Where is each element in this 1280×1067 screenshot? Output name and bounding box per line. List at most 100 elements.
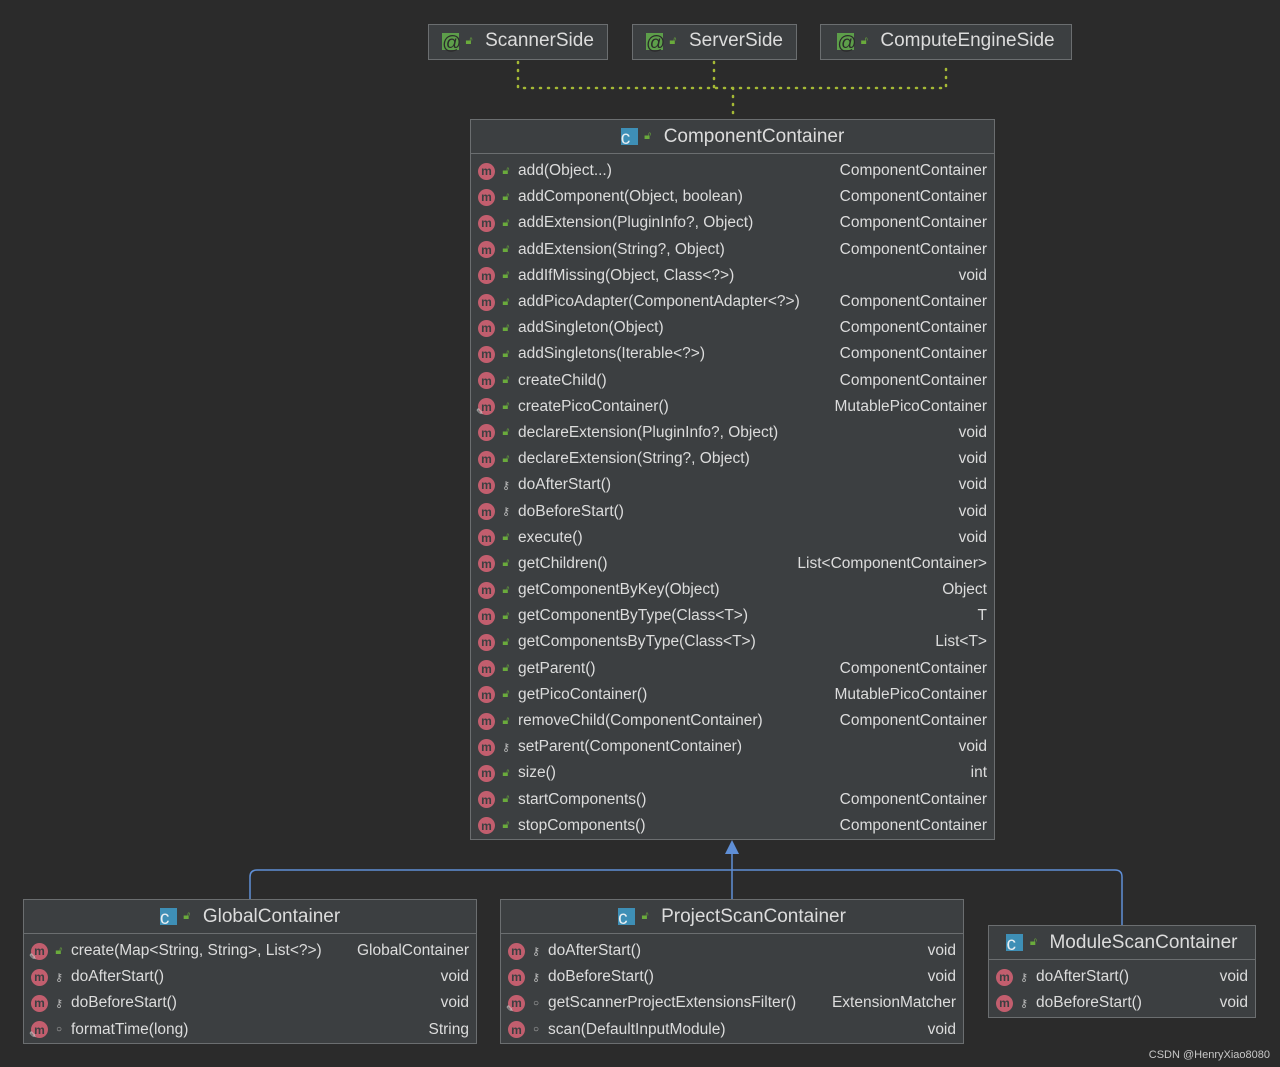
class-module-scan-container[interactable]: c 🔓︎ ModuleScanContainer m ⚷ doAfterStart() vo…: [988, 925, 1256, 1018]
return-type: ComponentContainer: [839, 188, 987, 206]
method-row[interactable]: m 🔓︎ addIfMissing(Object, Class<?>) void: [471, 263, 994, 289]
method-icon: m: [478, 293, 495, 311]
return-type: ComponentContainer: [839, 712, 987, 730]
method-name: getComponentByType(Class<T>): [518, 607, 749, 625]
method-row[interactable]: m ⚷ doBeforeStart() void: [989, 990, 1255, 1016]
return-type: void: [958, 423, 987, 441]
method-icon: m: [478, 791, 495, 809]
public-icon: 🔓︎: [502, 374, 510, 387]
method-icon: m: [478, 529, 495, 547]
method-row[interactable]: m 🔓︎ addSingletons(Iterable<?>) ComponentCo…: [471, 341, 994, 367]
method-row[interactable]: m 🔓︎ createChild() ComponentContainer: [471, 368, 994, 394]
method-row[interactable]: m ⚷ doBeforeStart() void: [501, 964, 963, 990]
package-private-icon: ○: [532, 997, 540, 1009]
class-project-scan-container[interactable]: c 🔓︎ ProjectScanContainer m ⚷ doAfterStart() v…: [500, 899, 964, 1044]
public-icon: 🔓︎: [502, 426, 510, 439]
method-name: scan(DefaultInputModule): [548, 1020, 726, 1038]
method-name: doAfterStart(): [518, 476, 612, 494]
method-row[interactable]: m ○ scan(DefaultInputModule) void: [501, 1017, 963, 1043]
return-type: List<T>: [935, 633, 987, 651]
method-row[interactable]: m 🔓︎ getParent() ComponentContainer: [471, 656, 994, 682]
method-row[interactable]: m ✎ ○ formatTime(long) String: [24, 1017, 476, 1043]
protected-key-icon: ⚷: [54, 997, 64, 1010]
method-icon: m ✎: [506, 994, 525, 1014]
method-name: getPicoContainer(): [518, 685, 648, 703]
method-row[interactable]: m ✎ ○ getScannerProjectExtensionsFilter() Ex…: [501, 990, 963, 1016]
class-name: GlobalContainer: [202, 905, 341, 927]
method-icon: m: [478, 450, 495, 468]
method-row[interactable]: m ⚷ doAfterStart() void: [471, 472, 994, 498]
method-name: declareExtension(String?, Object): [518, 450, 750, 468]
method-name: createPicoContainer(): [518, 397, 669, 415]
method-row[interactable]: m ⚷ doAfterStart() void: [24, 964, 476, 990]
method-name: addExtension(PluginInfo?, Object): [518, 214, 754, 232]
return-type: void: [958, 738, 987, 756]
class-icon: c: [159, 908, 177, 929]
method-row[interactable]: m 🔓︎ addPicoAdapter(ComponentAdapter<?>) Co…: [471, 289, 994, 315]
method-row[interactable]: m 🔓︎ addExtension(PluginInfo?, Object) Comp…: [471, 210, 994, 236]
method-row[interactable]: m 🔓︎ startComponents() ComponentContainer: [471, 787, 994, 813]
method-row[interactable]: m 🔓︎ getComponentByType(Class<T>) T: [471, 603, 994, 629]
method-row[interactable]: m 🔓︎ getComponentByKey(Object) Object: [471, 577, 994, 603]
method-name: addComponent(Object, boolean): [518, 188, 743, 206]
protected-key-icon: ⚷: [1019, 971, 1029, 984]
method-row[interactable]: m ⚷ doBeforeStart() void: [471, 498, 994, 524]
annotation-scanner-side[interactable]: @ 🔓︎ ScannerSide: [428, 24, 608, 60]
method-row[interactable]: m 🔓︎ addComponent(Object, boolean) Componen…: [471, 184, 994, 210]
method-name: setParent(ComponentContainer): [518, 738, 743, 756]
method-icon: m: [478, 372, 495, 390]
method-icon: m: [478, 476, 495, 494]
package-private-icon: ○: [55, 1024, 63, 1036]
method-row[interactable]: m 🔓︎ declareExtension(String?, Object) void: [471, 446, 994, 472]
method-name: create(Map<String, String>, List<?>): [71, 942, 322, 960]
method-icon: m: [508, 942, 525, 960]
method-row[interactable]: m 🔓︎ getPicoContainer() MutablePicoContaine…: [471, 682, 994, 708]
method-name: addSingleton(Object): [518, 319, 664, 337]
public-icon: 🔓︎: [502, 635, 510, 648]
method-icon: m: [508, 968, 525, 986]
public-icon: 🔓︎: [502, 347, 510, 360]
protected-key-icon: ⚷: [1019, 997, 1029, 1010]
method-row[interactable]: m ✎ 🔓︎ create(Map<String, String>, List<?>)…: [24, 938, 476, 964]
method-row[interactable]: m 🔓︎ addSingleton(Object) ComponentContaine…: [471, 315, 994, 341]
method-row[interactable]: m 🔓︎ getComponentsByType(Class<T>) List<T>: [471, 629, 994, 655]
return-type: void: [440, 968, 469, 986]
annotation-server-side[interactable]: @ 🔓︎ ServerSide: [632, 24, 797, 60]
method-name: declareExtension(PluginInfo?, Object): [518, 423, 779, 441]
class-header: c 🔓︎ ProjectScanContainer: [501, 900, 963, 934]
method-row[interactable]: m ✎ 🔓︎ createPicoContainer() MutablePicoCont…: [471, 394, 994, 420]
return-type: int: [970, 764, 987, 782]
public-icon: 🔓︎: [502, 688, 510, 701]
method-row[interactable]: m 🔓︎ getChildren() List<ComponentContainer>: [471, 551, 994, 577]
return-type: ComponentContainer: [839, 816, 987, 834]
method-icon: m: [478, 686, 495, 704]
method-name: addPicoAdapter(ComponentAdapter<?>): [518, 293, 800, 311]
annotation-name: ServerSide: [689, 30, 783, 51]
method-row[interactable]: m 🔓︎ stopComponents() ComponentContainer: [471, 813, 994, 839]
protected-key-icon: ⚷: [54, 971, 64, 984]
method-row[interactable]: m 🔓︎ declareExtension(PluginInfo?, Object)…: [471, 420, 994, 446]
class-component-container[interactable]: c 🔓︎ ComponentContainer m 🔓︎ add(Object...) Co…: [470, 119, 995, 840]
method-icon: m: [478, 581, 495, 599]
method-name: doAfterStart(): [1036, 968, 1130, 986]
method-row[interactable]: m ⚷ doAfterStart() void: [501, 938, 963, 964]
class-global-container[interactable]: c 🔓︎ GlobalContainer m ✎ 🔓︎ create(Map<String,…: [23, 899, 477, 1044]
return-type: ComponentContainer: [839, 790, 987, 808]
method-row[interactable]: m 🔓︎ size() int: [471, 760, 994, 786]
method-row[interactable]: m 🔓︎ add(Object...) ComponentContainer: [471, 158, 994, 184]
method-row[interactable]: m ⚷ doAfterStart() void: [989, 964, 1255, 990]
annotation-name: ScannerSide: [485, 30, 594, 51]
public-icon: 🔓︎: [502, 662, 510, 675]
static-icon: ✎: [29, 951, 37, 962]
method-name: doAfterStart(): [548, 942, 642, 960]
method-row[interactable]: m 🔓︎ removeChild(ComponentContainer) Compon…: [471, 708, 994, 734]
method-row[interactable]: m ⚷ doBeforeStart() void: [24, 990, 476, 1016]
method-row[interactable]: m ⚷ setParent(ComponentContainer) void: [471, 734, 994, 760]
annotation-compute-engine-side[interactable]: @ 🔓︎ ComputeEngineSide: [820, 24, 1072, 60]
method-row[interactable]: m 🔓︎ execute() void: [471, 525, 994, 551]
method-name: addIfMissing(Object, Class<?>): [518, 266, 735, 284]
public-icon: 🔓︎: [502, 766, 510, 779]
return-type: ComponentContainer: [839, 319, 987, 337]
method-row[interactable]: m 🔓︎ addExtension(String?, Object) Componen…: [471, 237, 994, 263]
class-header: c 🔓︎ ModuleScanContainer: [989, 926, 1255, 960]
